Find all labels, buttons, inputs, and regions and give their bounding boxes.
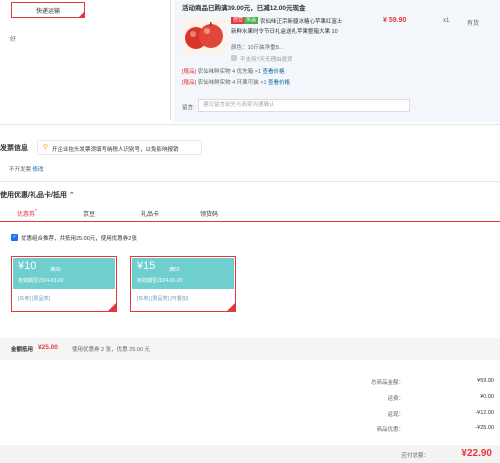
combo-checkbox[interactable]: ✓: [11, 234, 18, 241]
gift-price-link[interactable]: 查看价格: [268, 80, 290, 86]
selected-check-corner: [107, 302, 117, 312]
invoice-tip-text: 开企业抬头发票须填写纳税人识别号，以免影响报销: [52, 147, 179, 153]
product-price: ¥ 59.90: [383, 17, 407, 24]
invoice-type: 不开发票: [9, 167, 32, 173]
total-label: 总商品金额：: [370, 380, 404, 386]
discount-value: -¥25.00: [475, 425, 494, 431]
coupon-tags: [东券] [限品类] [可叠加]: [137, 296, 189, 302]
self-operated-badge: 自营: [231, 17, 246, 24]
tab-jingdou[interactable]: 京豆: [83, 209, 95, 218]
no-return-text: 不支持7天无理由退货: [240, 57, 293, 63]
summary-label: 金额抵用: [11, 347, 34, 353]
coupon-expiry: 有效期至2024-01-20: [137, 278, 183, 284]
tab-coupons[interactable]: 优惠券*: [17, 209, 37, 218]
coupon-condition: 满59: [169, 267, 180, 273]
product-thumbnail[interactable]: [182, 18, 226, 54]
express-shipping-label: 快递运输: [35, 8, 60, 15]
cashback-label: 返现：: [387, 412, 404, 418]
stock-status: 有货: [467, 21, 480, 27]
quality-badge: 京品: [244, 17, 259, 24]
coupon-card[interactable]: ¥10 满39 有效期至2024-02-02 [东券] [限品类]: [11, 256, 117, 312]
gift-price-link[interactable]: 查看价格: [263, 69, 285, 75]
coupon-section-label: 使用优惠/礼品卡/抵用: [0, 192, 67, 199]
section-divider: [0, 181, 500, 182]
chevron-up-icon: ⌃: [68, 192, 75, 199]
invoice-title: 发票信息: [0, 145, 28, 152]
coupon-condition: 满39: [50, 267, 61, 273]
lightbulb-icon: ⚲: [43, 144, 49, 151]
product-title-line2[interactable]: 新鲜水果时令节日礼盒送礼苹果整箱大果 10: [231, 27, 359, 37]
coupon-section-title[interactable]: 使用优惠/礼品卡/抵用 ⌃: [0, 190, 75, 200]
product-quantity: x1: [443, 18, 450, 24]
rating-text: 好: [10, 37, 17, 43]
gift-text: 农仙味鲜实物 4 优先箱 ×1: [197, 69, 262, 75]
tab-gift-card[interactable]: 礼品卡: [141, 209, 159, 218]
gift-text: 农仙味鲜实物 4 环果可装 ×1: [197, 80, 267, 86]
column-divider: [170, 0, 171, 120]
coupon-card[interactable]: ¥15 满59 有效期至2024-01-20 [东券] [限品类] [可叠加]: [130, 256, 236, 312]
gift-item: [赠品] 农仙味鲜实物 4 环果可装 ×1 查看价格: [182, 78, 290, 86]
payable-amount: ¥22.90: [461, 448, 492, 459]
promo-text: 活动商品已购满39.00元，已减12.00元现金: [182, 5, 306, 12]
shipping-label: 运费：: [387, 396, 404, 402]
shipping-value: ¥0.00: [480, 394, 494, 400]
remark-label: 留言:: [182, 105, 195, 111]
coupon-expiry: 有效期至2024-02-02: [18, 278, 64, 284]
product-title-line1[interactable]: 农仙味正宗新疆冰糖心苹果红富士: [260, 17, 358, 27]
total-value: ¥59.90: [477, 378, 494, 384]
coupon-summary-bar: 金额抵用 ¥25.00 使用优惠券 2 张，优惠 25.00 元: [0, 338, 500, 360]
gift-tag: [赠品]: [182, 80, 197, 86]
payable-bar: 应付总额： ¥22.90: [0, 445, 500, 463]
cashback-value: -¥12.00: [475, 410, 494, 416]
summary-description: 使用优惠券 2 张，优惠 25.00 元: [72, 347, 150, 353]
section-divider: [0, 124, 500, 125]
coupon-amount: ¥15: [137, 260, 156, 272]
coupon-tags: [东券] [限品类]: [18, 296, 50, 302]
selected-check-corner: [226, 302, 236, 312]
summary-amount: ¥25.00: [38, 344, 58, 351]
discount-label: 商品优惠：: [376, 427, 404, 433]
tab-redeem-code[interactable]: 领货码: [200, 209, 218, 218]
gift-item: [赠品] 农仙味鲜实物 4 优先箱 ×1 查看价格: [182, 67, 285, 75]
coupon-amount: ¥10: [18, 260, 37, 272]
remark-input[interactable]: 建议留言前先与商家沟通确认: [198, 99, 410, 112]
tabs-underline: [0, 221, 500, 222]
no-return-icon: [231, 55, 237, 61]
payable-label: 应付总额：: [401, 453, 429, 459]
combo-label: 优惠组合推荐，共抵用25.00元，使用优惠券2张: [21, 236, 137, 242]
product-color: 颜色：10斤装净重8...: [231, 45, 284, 51]
selected-check-corner: [78, 11, 85, 18]
express-shipping-button[interactable]: 快递运输: [11, 2, 85, 18]
tab-coupons-label: 优惠券: [17, 212, 36, 218]
gift-tag: [赠品]: [182, 69, 197, 75]
required-star-icon: *: [35, 209, 37, 215]
invoice-tip: ⚲ 开企业抬头发票须填写纳税人识别号，以免影响报销: [37, 140, 202, 155]
invoice-value: 不开发票 修改: [9, 165, 44, 173]
invoice-edit-link[interactable]: 修改: [33, 167, 44, 173]
